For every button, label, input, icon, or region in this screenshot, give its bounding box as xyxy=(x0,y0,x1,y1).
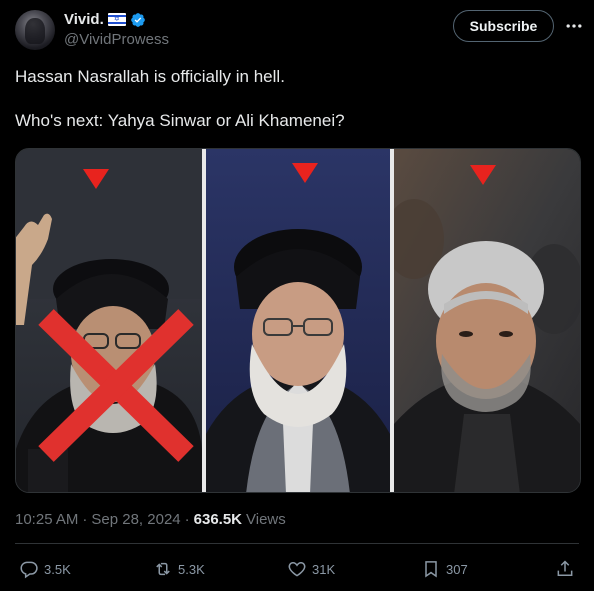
author-display-name[interactable]: Vivid. xyxy=(64,11,104,28)
bookmark-button[interactable]: 307 xyxy=(421,556,468,582)
tweet-text: Hassan Nasrallah is officially in hell. … xyxy=(15,66,575,132)
retweet-count: 5.3K xyxy=(178,561,205,577)
retweet-icon xyxy=(156,562,170,576)
more-dots-icon[interactable] xyxy=(563,16,585,36)
reply-icon xyxy=(20,561,38,579)
retweet-button[interactable]: 5.3K xyxy=(153,556,205,582)
meta-separator: · xyxy=(184,511,190,528)
views-count: 636.5K xyxy=(193,511,243,528)
israel-flag-icon: ✡ xyxy=(107,13,126,26)
like-count: 31K xyxy=(312,561,336,577)
media-panel-center xyxy=(206,149,390,492)
tweet-header: Vivid. ✡ @VividProwess Subscribe xyxy=(15,8,585,52)
media-panel-right xyxy=(394,149,580,492)
tweet-media[interactable] xyxy=(15,148,581,493)
tweet-line-1: Hassan Nasrallah is officially in hell. xyxy=(15,67,285,86)
share-icon xyxy=(557,560,573,576)
like-button[interactable]: 31K xyxy=(287,556,335,582)
views-label: Views xyxy=(246,511,286,528)
right-portrait-image xyxy=(394,149,580,492)
reply-count: 3.5K xyxy=(44,561,71,577)
tweet-time[interactable]: 10:25 AM xyxy=(15,511,78,528)
bookmark-icon xyxy=(425,561,437,578)
tweet-date[interactable]: Sep 28, 2024 xyxy=(91,511,180,528)
author-handle[interactable]: @VividProwess xyxy=(64,31,169,48)
action-bar: 3.5K 5.3K 31K 307 xyxy=(15,556,579,582)
center-portrait-image xyxy=(206,149,390,492)
tweet-line-2: Who's next: Yahya Sinwar or Ali Khamenei… xyxy=(15,111,345,130)
reply-button[interactable]: 3.5K xyxy=(19,556,71,582)
share-button[interactable] xyxy=(555,556,575,582)
left-portrait-image xyxy=(16,149,202,492)
divider-line xyxy=(15,543,579,544)
bookmark-count: 307 xyxy=(446,561,468,577)
media-panel-left xyxy=(16,149,202,492)
avatar[interactable] xyxy=(15,10,55,50)
tweet-meta: 10:25 AM · Sep 28, 2024 · 636.5K Views xyxy=(15,511,286,528)
meta-separator: · xyxy=(82,511,88,528)
heart-icon xyxy=(288,561,306,577)
author-name-row: Vivid. ✡ xyxy=(64,11,146,28)
subscribe-button[interactable]: Subscribe xyxy=(453,10,554,42)
verified-badge-icon xyxy=(130,12,145,27)
